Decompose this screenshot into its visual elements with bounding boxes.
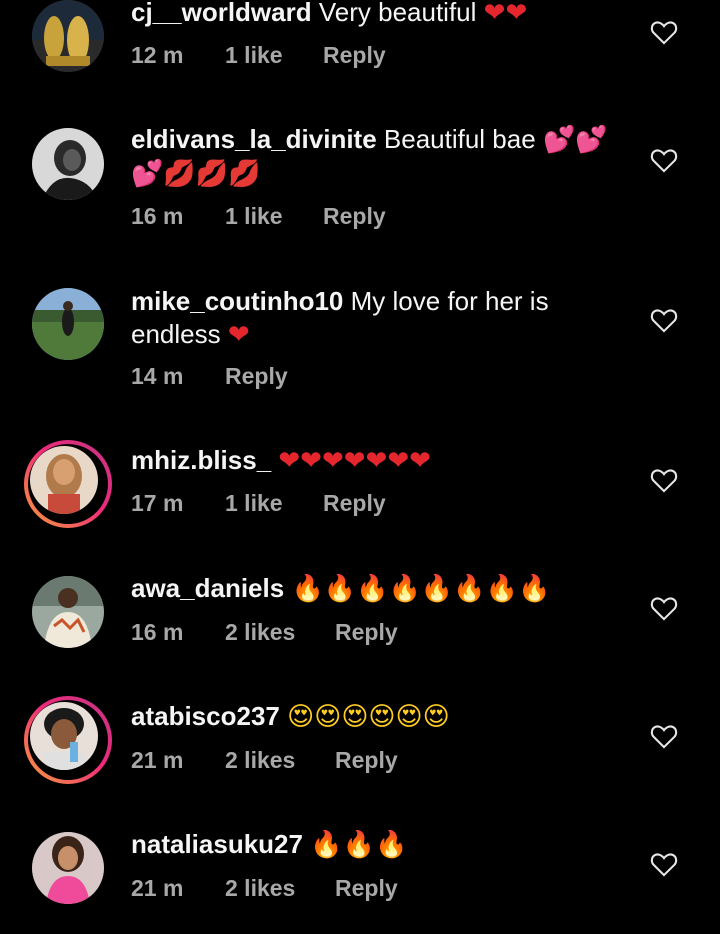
- reply-button[interactable]: Reply: [323, 490, 386, 517]
- comment-item: mike_coutinho10 My love for her is endle…: [0, 282, 720, 412]
- comment-item: awa_daniels 🔥🔥🔥🔥🔥🔥🔥🔥 16 m 2 likes Reply: [0, 568, 720, 678]
- comment-likes-count[interactable]: 1 like: [225, 490, 283, 517]
- avatar-story-ring[interactable]: [24, 696, 112, 784]
- reply-button[interactable]: Reply: [323, 42, 386, 69]
- comment-username[interactable]: mike_coutinho10: [131, 286, 343, 316]
- comment-item: nataliasuku27 🔥🔥🔥 21 m 2 likes Reply: [0, 824, 720, 934]
- comment-item: mhiz.bliss_ ❤❤❤❤❤❤❤ 17 m 1 like Reply: [0, 440, 720, 550]
- comment-item: cj__worldward Very beautiful ❤❤ 12 m 1 l…: [0, 0, 720, 100]
- comment-time: 16 m: [131, 203, 184, 229]
- avatar[interactable]: [32, 576, 104, 648]
- comment-username[interactable]: atabisco237: [131, 701, 280, 731]
- comment-time: 17 m: [131, 490, 184, 516]
- comment-emoji: 😍😍😍😍😍😍: [287, 702, 450, 732]
- comment-username[interactable]: nataliasuku27: [131, 829, 303, 859]
- heart-outline-icon[interactable]: [650, 467, 678, 493]
- comment-time: 14 m: [131, 363, 184, 389]
- comment-emoji: ❤: [227, 320, 250, 350]
- comment-likes-count[interactable]: 2 likes: [225, 875, 295, 902]
- comment-emoji: ❤❤❤❤❤❤❤: [278, 446, 431, 476]
- comment-likes-count[interactable]: 1 like: [225, 203, 283, 230]
- comment-text: Beautiful bae: [383, 124, 536, 154]
- reply-button[interactable]: Reply: [335, 747, 398, 774]
- comment-likes-count[interactable]: 1 like: [225, 42, 283, 69]
- avatar-image: [32, 576, 104, 648]
- reply-button[interactable]: Reply: [335, 619, 398, 646]
- comment-likes-count[interactable]: 2 likes: [225, 747, 295, 774]
- avatar[interactable]: [32, 0, 104, 72]
- comment-item: atabisco237 😍😍😍😍😍😍 21 m 2 likes Reply: [0, 696, 720, 806]
- avatar-image: [32, 0, 104, 72]
- reply-button[interactable]: Reply: [335, 875, 398, 902]
- comment-username[interactable]: eldivans_la_divinite: [131, 124, 377, 154]
- comment-emoji: 💕💕: [542, 125, 608, 155]
- comment-emoji: 🔥🔥🔥🔥🔥🔥🔥🔥: [291, 574, 551, 604]
- comment-text-line2: endless: [131, 319, 221, 349]
- avatar[interactable]: [32, 288, 104, 360]
- comment-emoji: ❤❤: [483, 0, 528, 28]
- comment-likes-count[interactable]: 2 likes: [225, 619, 295, 646]
- avatar-story-ring[interactable]: [24, 440, 112, 528]
- comment-username[interactable]: cj__worldward: [131, 0, 312, 27]
- comment-text: Very beautiful: [318, 0, 477, 27]
- heart-outline-icon[interactable]: [650, 147, 678, 173]
- comment-time: 12 m: [131, 42, 184, 68]
- avatar-image: [30, 702, 98, 770]
- comment-time: 21 m: [131, 747, 184, 773]
- heart-outline-icon[interactable]: [650, 851, 678, 877]
- heart-outline-icon[interactable]: [650, 723, 678, 749]
- avatar-image: [32, 832, 104, 904]
- heart-outline-icon[interactable]: [650, 595, 678, 621]
- comment-item: eldivans_la_divinite Beautiful bae 💕💕 💕💋…: [0, 120, 720, 250]
- comment-username[interactable]: mhiz.bliss_: [131, 445, 271, 475]
- comment-time: 16 m: [131, 619, 184, 645]
- reply-button[interactable]: Reply: [323, 203, 386, 230]
- comment-time: 21 m: [131, 875, 184, 901]
- heart-outline-icon[interactable]: [650, 19, 678, 45]
- comment-username[interactable]: awa_daniels: [131, 573, 284, 603]
- avatar[interactable]: [32, 128, 104, 200]
- reply-button[interactable]: Reply: [225, 363, 288, 390]
- heart-outline-icon[interactable]: [650, 307, 678, 333]
- avatar-image: [30, 446, 98, 514]
- comment-emoji-line2: 💕💋💋💋: [131, 159, 261, 189]
- avatar-image: [32, 288, 104, 360]
- comment-text: My love for her is: [350, 286, 549, 316]
- avatar[interactable]: [32, 832, 104, 904]
- comment-emoji: 🔥🔥🔥: [310, 830, 408, 860]
- avatar-image: [32, 128, 104, 200]
